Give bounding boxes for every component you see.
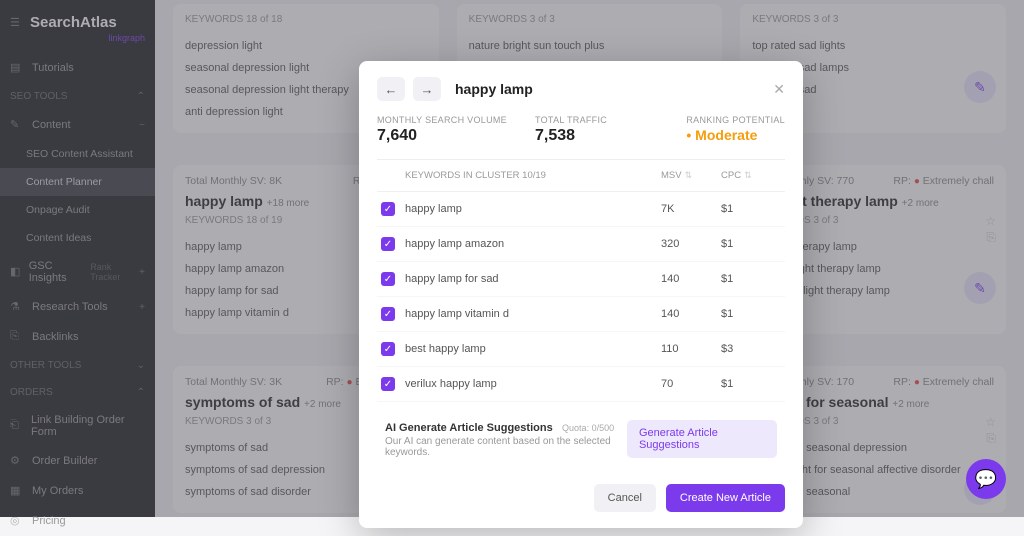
row-msv: 110 <box>661 343 721 355</box>
col-msv[interactable]: MSV⇅ <box>661 170 721 181</box>
modal-title: happy lamp <box>455 81 533 97</box>
row-cpc: $1 <box>721 378 781 390</box>
checkbox[interactable]: ✓ <box>381 202 395 216</box>
row-keyword: happy lamp vitamin d <box>405 308 661 320</box>
row-cpc: $3 <box>721 343 781 355</box>
row-cpc: $1 <box>721 308 781 320</box>
modal-header: ← → happy lamp ✕ <box>377 77 785 101</box>
row-msv: 140 <box>661 273 721 285</box>
table-row[interactable]: ✓ happy lamp 7K $1 <box>377 192 785 227</box>
stat-label: RANKING POTENTIAL <box>686 115 785 125</box>
stat-label: MONTHLY SEARCH VOLUME <box>377 115 507 125</box>
table-row[interactable]: ✓ happy lamp amazon 320 $1 <box>377 227 785 262</box>
sort-icon: ⇅ <box>685 170 693 180</box>
stat-value: Moderate <box>686 127 785 143</box>
sort-icon: ⇅ <box>744 170 752 180</box>
checkbox[interactable]: ✓ <box>381 342 395 356</box>
row-cpc: $1 <box>721 238 781 250</box>
checkbox[interactable]: ✓ <box>381 307 395 321</box>
col-keywords[interactable]: KEYWORDS IN CLUSTER 10/19 <box>405 170 661 181</box>
row-keyword: happy lamp amazon <box>405 238 661 250</box>
chat-fab[interactable]: 💬 <box>966 459 1006 499</box>
stat-value: 7,538 <box>535 127 607 145</box>
row-msv: 320 <box>661 238 721 250</box>
table-header: KEYWORDS IN CLUSTER 10/19 MSV⇅ CPC⇅ <box>377 160 785 192</box>
table-row[interactable]: ✓ verilux happy lamp 70 $1 <box>377 367 785 402</box>
stat-traffic: TOTAL TRAFFIC 7,538 <box>535 115 607 145</box>
row-msv: 7K <box>661 203 721 215</box>
row-msv: 140 <box>661 308 721 320</box>
keyword-cluster-modal: ← → happy lamp ✕ MONTHLY SEARCH VOLUME 7… <box>359 61 803 528</box>
close-icon[interactable]: ✕ <box>773 81 785 98</box>
row-keyword: best happy lamp <box>405 343 661 355</box>
stat-ranking-potential: RANKING POTENTIAL Moderate <box>686 115 785 145</box>
ai-description: Our AI can generate content based on the… <box>385 436 627 458</box>
ai-suggestions-box: AI Generate Article Suggestions Quota: 0… <box>377 410 785 468</box>
col-cpc[interactable]: CPC⇅ <box>721 170 781 181</box>
checkbox[interactable]: ✓ <box>381 272 395 286</box>
checkbox[interactable]: ✓ <box>381 237 395 251</box>
create-article-button[interactable]: Create New Article <box>666 484 785 512</box>
stat-msv: MONTHLY SEARCH VOLUME 7,640 <box>377 115 507 145</box>
generate-suggestions-button[interactable]: Generate Article Suggestions <box>627 420 777 458</box>
row-keyword: happy lamp <box>405 203 661 215</box>
forward-button[interactable]: → <box>413 77 441 101</box>
row-cpc: $1 <box>721 203 781 215</box>
checkbox[interactable]: ✓ <box>381 377 395 391</box>
table-row[interactable]: ✓ happy lamp vitamin d 140 $1 <box>377 297 785 332</box>
cancel-button[interactable]: Cancel <box>594 484 656 512</box>
stat-label: TOTAL TRAFFIC <box>535 115 607 125</box>
row-msv: 70 <box>661 378 721 390</box>
ai-title: AI Generate Article Suggestions <box>385 422 553 434</box>
row-keyword: verilux happy lamp <box>405 378 661 390</box>
table-row[interactable]: ✓ best happy lamp 110 $3 <box>377 332 785 367</box>
stat-value: 7,640 <box>377 127 507 145</box>
row-cpc: $1 <box>721 273 781 285</box>
chat-icon: 💬 <box>975 469 997 490</box>
table-row[interactable]: ✓ happy lamp for sad 140 $1 <box>377 262 785 297</box>
modal-footer: Cancel Create New Article <box>377 484 785 512</box>
keywords-table: KEYWORDS IN CLUSTER 10/19 MSV⇅ CPC⇅ ✓ ha… <box>377 159 785 402</box>
ai-quota: Quota: 0/500 <box>562 423 614 433</box>
ai-text: AI Generate Article Suggestions Quota: 0… <box>385 420 627 458</box>
row-keyword: happy lamp for sad <box>405 273 661 285</box>
stats-row: MONTHLY SEARCH VOLUME 7,640 TOTAL TRAFFI… <box>377 115 785 145</box>
back-button[interactable]: ← <box>377 77 405 101</box>
